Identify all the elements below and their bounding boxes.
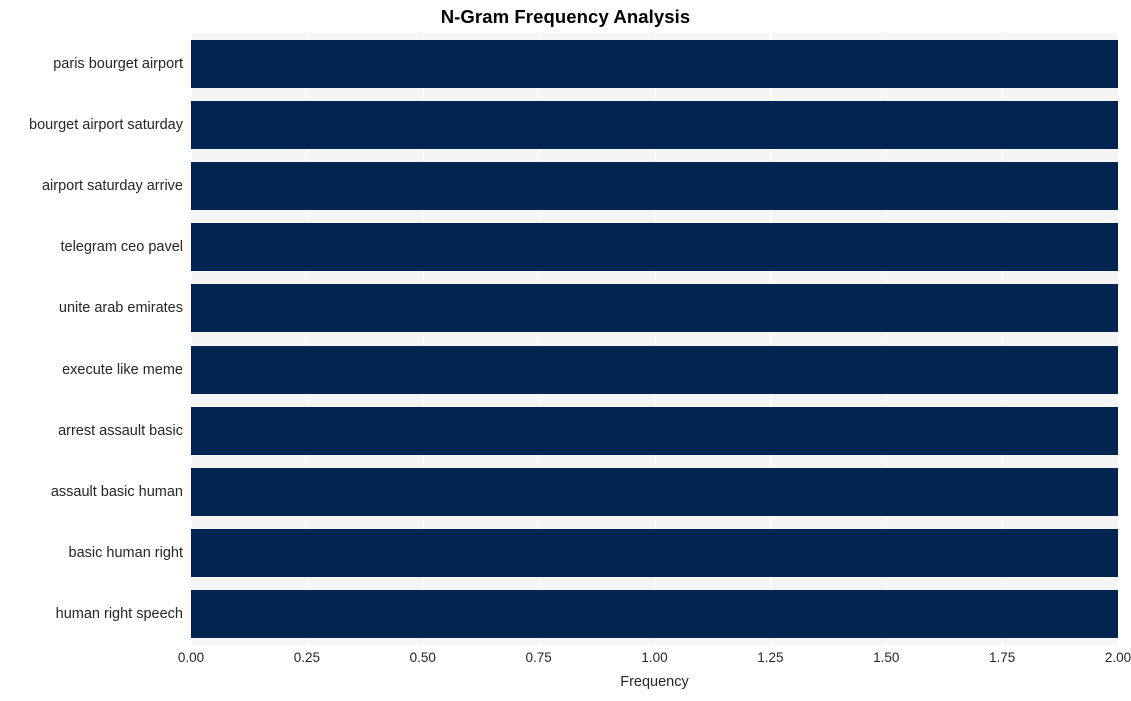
bar: [191, 161, 1118, 210]
bar: [191, 100, 1118, 149]
bar: [191, 345, 1118, 394]
bar: [191, 39, 1118, 88]
y-axis-tick-label: human right speech: [55, 606, 183, 623]
x-axis-tick-label: 1.75: [988, 650, 1016, 665]
x-axis-tick-label: 1.50: [873, 650, 900, 665]
x-axis-tick-label: 0.25: [293, 650, 321, 665]
y-axis-tick-label: telegram ceo pavel: [60, 238, 183, 255]
bar: [191, 590, 1118, 639]
y-axis-tick-label: assault basic human: [50, 483, 183, 500]
chart-figure: N-Gram Frequency Analysis paris bourget …: [0, 0, 1131, 701]
y-axis-tick-label: paris bourget airport: [53, 55, 183, 72]
x-axis-tick-label: 1.00: [641, 650, 668, 665]
x-axis-title: Frequency: [620, 674, 689, 690]
bar: [191, 223, 1118, 272]
bar: [191, 284, 1118, 333]
y-axis-tick-label: arrest assault basic: [58, 422, 183, 439]
y-axis-tick-label: airport saturday arrive: [41, 177, 183, 194]
bar: [191, 529, 1118, 578]
y-axis-tick-labels: paris bourget airport bourget airport sat…: [0, 33, 183, 645]
chart-title: N-Gram Frequency Analysis: [440, 6, 691, 27]
y-axis-tick-label: bourget airport saturday: [29, 116, 183, 133]
x-axis-tick-label: 0.50: [409, 650, 436, 665]
x-axis-tick-label: 2.00: [1104, 650, 1131, 665]
x-axis-tick-labels: 0.00 0.25 0.50 0.75 1.00 1.25 1.50 1.75 2.00: [178, 650, 1131, 672]
y-axis-tick-label: unite arab emirates: [58, 300, 183, 317]
y-axis-tick-label: execute like meme: [62, 361, 183, 378]
bar: [191, 467, 1118, 516]
plot-area: [191, 33, 1118, 645]
x-axis-tick-label: 0.75: [525, 650, 552, 665]
bar-series: [191, 33, 1118, 645]
y-axis-tick-label: basic human right: [68, 544, 183, 561]
x-axis-tick-label: 1.25: [757, 650, 784, 665]
bar: [191, 406, 1118, 455]
x-axis-tick-label: 0.00: [177, 650, 205, 665]
